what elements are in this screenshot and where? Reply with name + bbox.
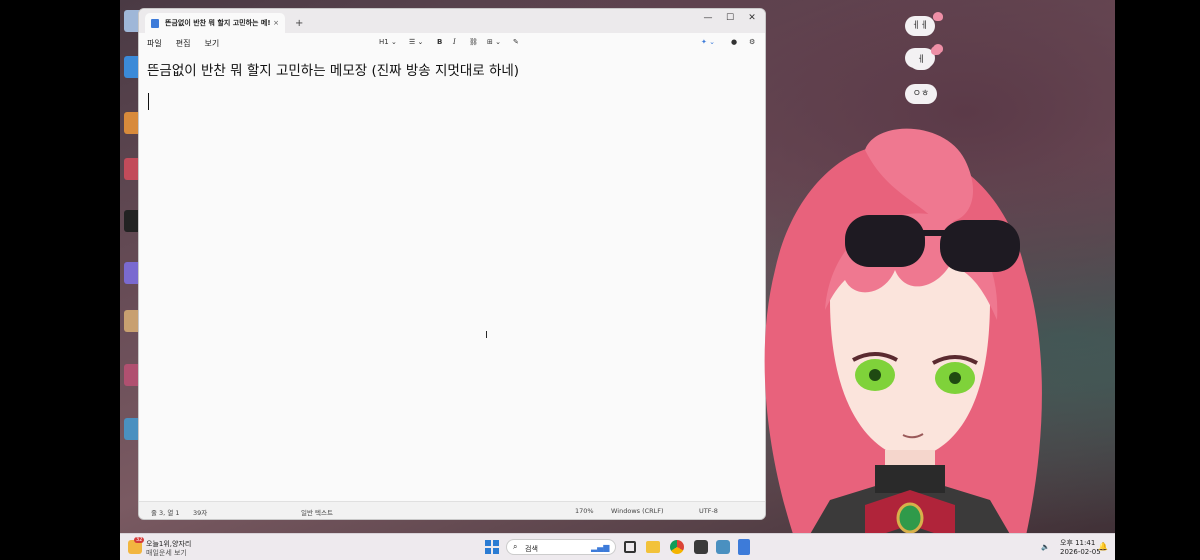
close-button[interactable]: ✕ xyxy=(743,13,761,23)
copilot-icon[interactable]: ✦ ⌄ xyxy=(701,38,715,46)
menu-view[interactable]: 보기 xyxy=(204,38,219,49)
app-icon[interactable] xyxy=(694,540,708,554)
settings-gear-icon[interactable]: ⚙ xyxy=(749,38,755,46)
app-icon[interactable] xyxy=(716,540,730,554)
search-highlight-icon: ▂▄▆ xyxy=(591,543,610,552)
widget-line2[interactable]: 매일운세 보기 xyxy=(146,548,187,558)
menu-file[interactable]: 파일 xyxy=(147,38,162,49)
minimize-button[interactable]: — xyxy=(699,13,717,23)
notification-bell-icon[interactable]: 🔔 xyxy=(1098,542,1108,551)
line-ending[interactable]: Windows (CRLF) xyxy=(611,507,664,515)
chat-text: ㅇㅎ xyxy=(912,89,930,99)
desktop: 뜬금없이 반찬 뭐 할지 고민하는 메! × + — ☐ ✕ 파일 편집 보기 … xyxy=(120,0,1115,560)
chat-text: ㅔ xyxy=(916,55,926,65)
vtuber-avatar xyxy=(764,128,1042,560)
taskbar: 32 오늘1위,양자리 매일운세 보기 ⌕ 검색 ▂▄▆ 🔈 오후 11:41 … xyxy=(120,533,1115,560)
heading-dropdown[interactable]: H1 ⌄ xyxy=(379,38,397,46)
menu-edit[interactable]: 편집 xyxy=(176,38,191,49)
list-dropdown-icon[interactable]: ☰ ⌄ xyxy=(409,38,423,46)
menu-bar: 파일 편집 보기 H1 ⌄ ☰ ⌄ B I ⛓ ⊞ ⌄ ✎ ✦ ⌄ ● ⚙ xyxy=(139,33,765,53)
link-icon[interactable]: ⛓ xyxy=(469,38,478,46)
widget-badge: 32 xyxy=(134,537,145,543)
notepad-window: 뜬금없이 반찬 뭐 할지 고민하는 메! × + — ☐ ✕ 파일 편집 보기 … xyxy=(138,8,766,520)
chat-text: ㅔㅔ xyxy=(911,21,929,31)
title-bar: 뜬금없이 반찬 뭐 할지 고민하는 메! × + — ☐ ✕ xyxy=(139,9,765,33)
clock-date[interactable]: 2026-02-05 xyxy=(1060,548,1101,556)
volume-icon[interactable]: 🔈 xyxy=(1041,543,1050,551)
search-placeholder: 검색 xyxy=(525,545,538,553)
zoom-level[interactable]: 170% xyxy=(575,507,594,515)
heart-icon xyxy=(933,12,943,21)
heart-icon xyxy=(931,46,941,55)
format-mode: 일반 텍스트 xyxy=(301,509,333,517)
heading-label: H1 xyxy=(379,38,389,46)
account-icon[interactable]: ● xyxy=(731,38,737,46)
gem-brooch xyxy=(896,502,924,534)
tab-close-button[interactable]: × xyxy=(273,19,279,27)
new-tab-button[interactable]: + xyxy=(295,18,303,29)
search-icon: ⌕ xyxy=(513,542,518,551)
char-count: 39자 xyxy=(193,509,208,517)
maximize-button[interactable]: ☐ xyxy=(721,13,739,23)
clock-time[interactable]: 오후 11:41 xyxy=(1060,538,1095,548)
task-view-icon[interactable] xyxy=(624,541,636,553)
choker xyxy=(875,465,945,493)
chat-bubble: ㅔㅔ xyxy=(905,12,943,36)
table-dropdown-icon[interactable]: ⊞ ⌄ xyxy=(487,38,501,46)
text-editor[interactable]: 뜬금없이 반찬 뭐 할지 고민하는 메모장 (진짜 방송 지멋대로 하네) I xyxy=(139,53,765,501)
notepad-icon xyxy=(151,18,159,28)
chat-bubble: ㅔ xyxy=(909,46,941,70)
chrome-icon[interactable] xyxy=(670,540,684,554)
text-caret xyxy=(148,93,149,110)
tab-title: 뜬금없이 반찬 뭐 할지 고민하는 메! xyxy=(165,19,271,27)
italic-button[interactable]: I xyxy=(453,38,456,46)
notepad-taskbar-icon[interactable] xyxy=(738,539,750,555)
search-box[interactable]: ⌕ 검색 ▂▄▆ xyxy=(506,539,616,555)
file-explorer-icon[interactable] xyxy=(646,541,660,553)
tab-document[interactable]: 뜬금없이 반찬 뭐 할지 고민하는 메! × xyxy=(145,13,285,33)
start-windows-icon[interactable] xyxy=(485,540,499,554)
clear-format-icon[interactable]: ✎ xyxy=(513,38,519,46)
chat-bubble: ㅇㅎ xyxy=(905,84,937,104)
document-text[interactable]: 뜬금없이 반찬 뭐 할지 고민하는 메모장 (진짜 방송 지멋대로 하네) xyxy=(147,59,519,79)
bold-button[interactable]: B xyxy=(437,38,442,46)
i-beam-cursor-icon: I xyxy=(485,330,488,341)
status-bar: 줄 3, 열 1 39자 일반 텍스트 170% Windows (CRLF) … xyxy=(139,501,765,519)
cursor-position: 줄 3, 열 1 xyxy=(151,509,180,517)
encoding[interactable]: UTF-8 xyxy=(699,507,718,515)
